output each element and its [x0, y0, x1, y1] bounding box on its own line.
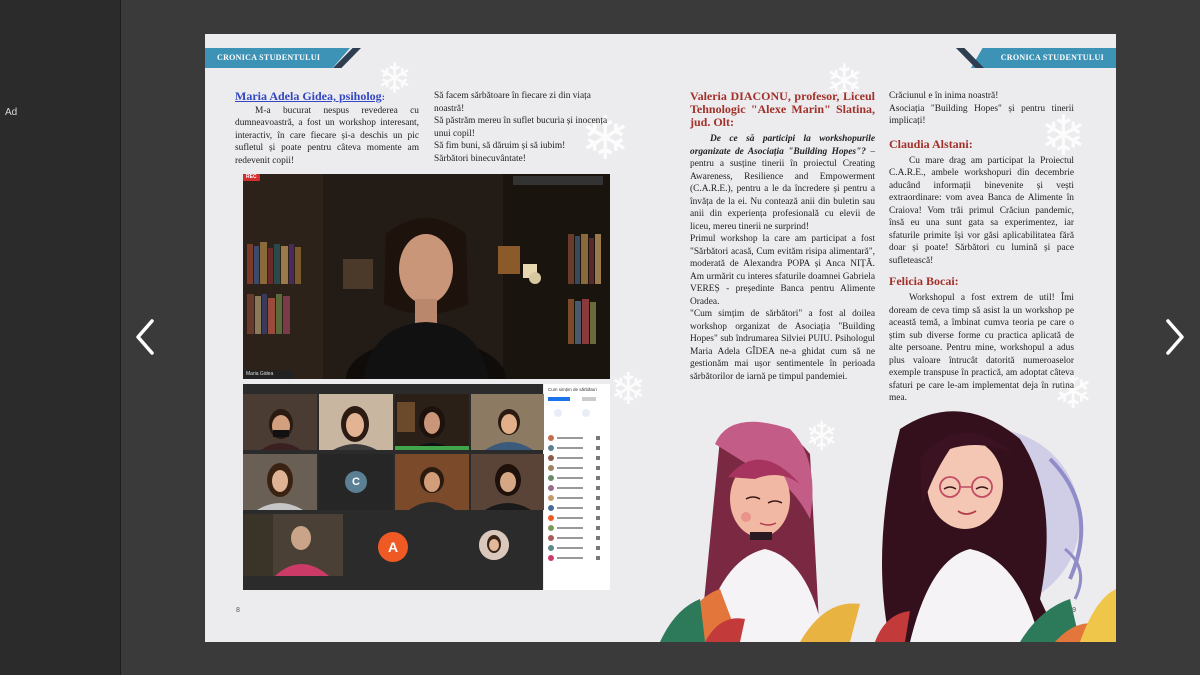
chevron-left-icon[interactable] [130, 315, 160, 359]
participant-row [548, 504, 606, 512]
ad-label: Ad [5, 107, 18, 118]
participant-tile [395, 394, 469, 450]
participant-row [548, 534, 606, 542]
page-number: 8 [236, 607, 240, 614]
participant-row [548, 524, 606, 532]
author-colon: : [381, 93, 385, 103]
paragraph: "Cum simțim de sărbători" a fost al doil… [690, 309, 875, 382]
author-name: Felicia Bocai: [889, 274, 959, 288]
participant-row [548, 514, 606, 522]
paragraph: Asociația "Building Hopes" și pentru tin… [889, 103, 1074, 127]
answer-text: – pentru a susține tinerii în proiectul … [690, 146, 875, 232]
paragraph: Workshopul a fost extrem de util! Îmi do… [889, 293, 1074, 403]
paragraph: Crăciunul e în inima noastră! [889, 91, 999, 101]
wish-line: Să facem sărbătoare în fiecare zi din vi… [434, 91, 591, 114]
participant-avatar: A [378, 532, 408, 562]
participant-tile [395, 454, 469, 510]
left-sidebar: Ad [0, 0, 121, 675]
participant-row [548, 464, 606, 472]
two-women-illustration [660, 411, 1116, 642]
wish-line: Sărbători binecuvântate! [434, 153, 526, 164]
question-text: De ce să participi la workshopurile orga… [690, 133, 875, 233]
participant-photo-avatar [479, 530, 509, 560]
panel-title: Cum simțim de sărbători [548, 387, 597, 392]
panel-actions [548, 409, 606, 419]
participant-tile [243, 514, 343, 576]
speaker-name-label: Maria Gidea [246, 371, 274, 377]
chevron-right-icon[interactable] [1160, 315, 1190, 359]
paragraph: Primul workshop la care am participat a … [690, 234, 875, 307]
participant-row [548, 474, 606, 482]
participant-row [548, 454, 606, 462]
panel-tabs [548, 397, 606, 403]
participants-panel: Cum simțim de sărbători [544, 384, 610, 590]
testimony-text: M-a bucurat nespus revederea cu dumneavo… [235, 105, 419, 166]
wish-line: Să fim buni, să dăruim și să iubim! [434, 141, 566, 151]
rec-indicator: REC [246, 174, 257, 180]
section-banner-right: CRONICA STUDENTULUI [971, 48, 1116, 68]
page-number: 9 [1072, 607, 1076, 614]
participant-tile [319, 394, 393, 450]
author-name: Valeria DIACONU, profesor, Liceul Tehnol… [690, 89, 875, 129]
participant-row [548, 484, 606, 492]
participant-row [548, 494, 606, 502]
right-column-1: Valeria DIACONU, profesor, Liceul Tehnol… [690, 90, 875, 383]
participant-grid: C A [243, 384, 545, 590]
question: De ce să participi la workshopurile orga… [690, 134, 875, 157]
wish-line: Să păstrăm mereu în suflet bucuria și in… [434, 116, 608, 139]
video-call-speaker: REC Maria Gidea [243, 174, 610, 379]
participant-tile [471, 394, 545, 450]
author-name: Maria Adela Gidea, psiholog [235, 89, 382, 103]
left-page: CRONICA STUDENTULUI Maria Adela Gidea, p… [205, 34, 660, 642]
participant-row [548, 434, 606, 442]
participant-tile [243, 394, 317, 450]
left-column-1: Maria Adela Gidea, psiholog: M-a bucurat… [235, 90, 419, 167]
left-column-2: Să facem sărbătoare în fiecare zi din vi… [434, 90, 620, 165]
participant-row [548, 554, 606, 562]
participant-avatar: C [345, 471, 367, 493]
participant-row [548, 444, 606, 452]
speaker-frame [243, 174, 610, 379]
participant-tile [243, 454, 317, 510]
section-banner-left: CRONICA STUDENTULUI [205, 48, 350, 68]
participant-row [548, 544, 606, 552]
paragraph: Cu mare drag am participat la Proiectul … [889, 155, 1074, 266]
right-column-2: Crăciunul e în inima noastră! Asociația … [889, 90, 1074, 405]
author-name: Claudia Alstani: [889, 136, 973, 151]
right-page: CRONICA STUDENTULUI Valeria DIACONU, pro… [660, 34, 1116, 642]
magazine-spread: ❄ ❄ ❄ ❄ ❄ ❄ ❄ CRONICA STUDENTULUI Maria … [205, 34, 1116, 642]
participant-tile-avatar: C [319, 454, 393, 510]
participant-tile [471, 454, 545, 510]
